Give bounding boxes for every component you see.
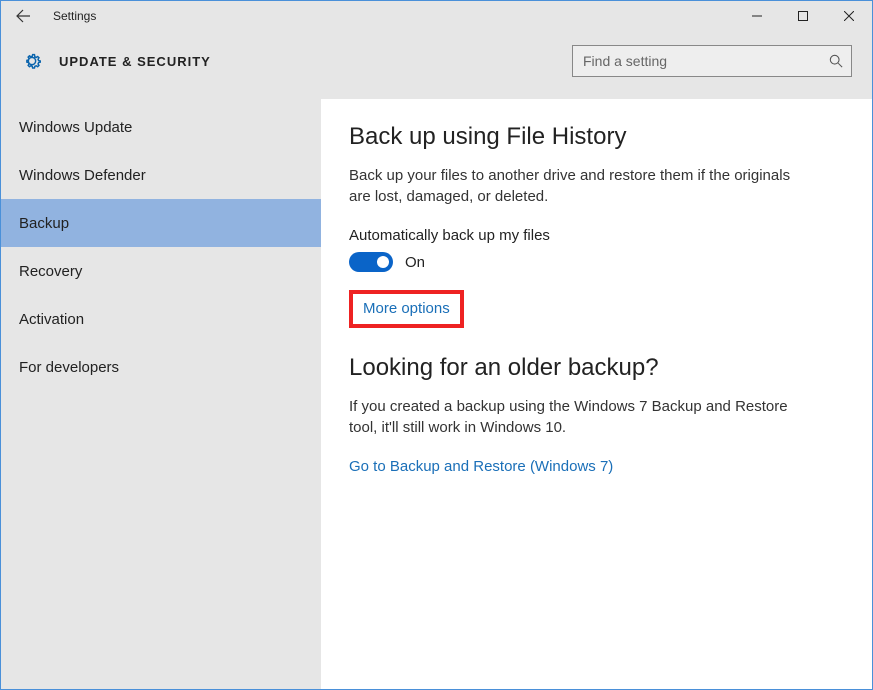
toggle-knob <box>377 256 389 268</box>
titlebar-left: Settings <box>1 1 96 31</box>
legacy-backup-link[interactable]: Go to Backup and Restore (Windows 7) <box>349 458 613 475</box>
sidebar-item-backup[interactable]: Backup <box>1 199 321 247</box>
toggle-label: Automatically back up my files <box>349 227 844 244</box>
window-controls <box>734 1 872 31</box>
auto-backup-toggle[interactable] <box>349 252 393 272</box>
sidebar-item-label: Activation <box>19 311 84 328</box>
section-desc-backup: Back up your files to another drive and … <box>349 165 809 207</box>
gear-icon <box>21 50 43 72</box>
sidebar-item-label: Recovery <box>19 263 82 280</box>
sidebar-item-label: For developers <box>19 359 119 376</box>
toggle-state: On <box>405 254 425 271</box>
close-icon <box>844 11 854 21</box>
settings-window: Settings UPDATE & SECURITY Find a settin… <box>0 0 873 690</box>
maximize-button[interactable] <box>780 1 826 31</box>
sidebar-item-activation[interactable]: Activation <box>1 295 321 343</box>
toggle-row: On <box>349 252 844 272</box>
search-placeholder: Find a setting <box>583 53 667 69</box>
header-left: UPDATE & SECURITY <box>21 50 211 72</box>
minimize-icon <box>752 11 762 21</box>
minimize-button[interactable] <box>734 1 780 31</box>
sidebar-item-label: Windows Update <box>19 119 132 136</box>
search-icon <box>829 54 843 68</box>
section-title-older: Looking for an older backup? <box>349 354 844 382</box>
arrow-left-icon <box>15 8 31 24</box>
page-title: UPDATE & SECURITY <box>59 54 211 69</box>
more-options-link[interactable]: More options <box>363 300 450 317</box>
back-button[interactable] <box>1 1 45 31</box>
section-title-backup: Back up using File History <box>349 123 844 151</box>
content-area: Back up using File History Back up your … <box>321 99 872 689</box>
body: Windows Update Windows Defender Backup Reco… <box>1 99 872 689</box>
header: UPDATE & SECURITY Find a setting <box>1 31 872 99</box>
sidebar-item-windows-update[interactable]: Windows Update <box>1 103 321 151</box>
section-desc-older: If you created a backup using the Window… <box>349 396 809 438</box>
close-button[interactable] <box>826 1 872 31</box>
sidebar-item-label: Backup <box>19 215 69 232</box>
titlebar: Settings <box>1 1 872 31</box>
sidebar: Windows Update Windows Defender Backup Reco… <box>1 99 321 689</box>
window-title: Settings <box>53 9 96 23</box>
sidebar-item-label: Windows Defender <box>19 167 146 184</box>
sidebar-item-recovery[interactable]: Recovery <box>1 247 321 295</box>
highlight-box: More options <box>349 290 464 328</box>
maximize-icon <box>798 11 808 21</box>
search-input[interactable]: Find a setting <box>572 45 852 77</box>
sidebar-item-windows-defender[interactable]: Windows Defender <box>1 151 321 199</box>
sidebar-item-for-developers[interactable]: For developers <box>1 343 321 391</box>
